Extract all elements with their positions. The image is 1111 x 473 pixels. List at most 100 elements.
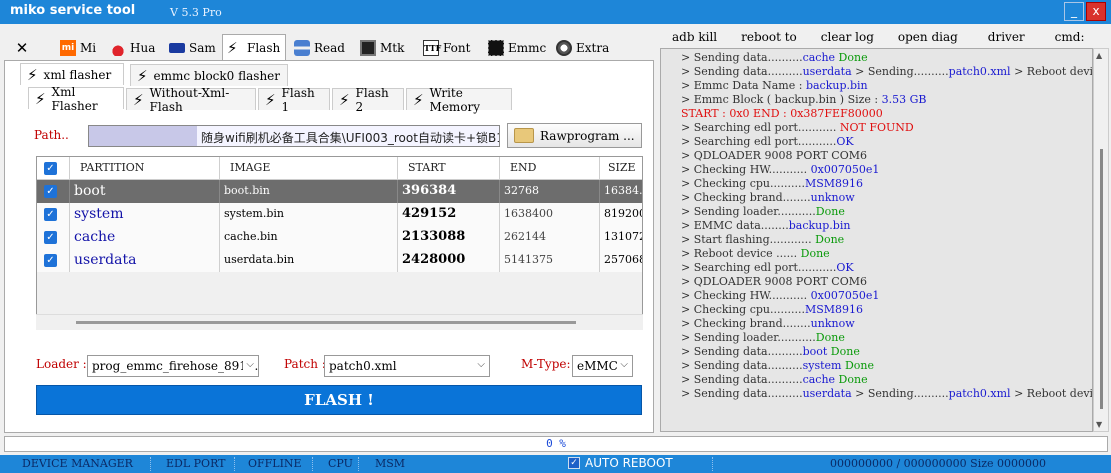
- status-device-manager[interactable]: DEVICE MANAGER: [22, 457, 133, 470]
- huawei-logo-icon: [110, 40, 126, 56]
- subtab-xml-flasher[interactable]: ⚡ xml flasher: [20, 63, 124, 85]
- header-image: IMAGE: [220, 157, 398, 180]
- patch-select[interactable]: patch0.xml ⌵: [324, 355, 490, 377]
- log-line: > EMMC data........backup.bin: [681, 219, 1092, 233]
- table-horizontal-scrollbar[interactable]: [36, 314, 643, 330]
- tab-emmc[interactable]: Emmc: [484, 36, 550, 60]
- reboot-to-button[interactable]: reboot to: [729, 27, 809, 47]
- scrollbar-thumb[interactable]: [76, 321, 576, 324]
- log-segment: userdata: [802, 65, 852, 78]
- cell-image[interactable]: cache.bin: [220, 226, 398, 249]
- log-segment: backup.bin: [788, 219, 851, 232]
- table-row[interactable]: ✓ boot boot.bin 396384 32768 16384.0: [37, 180, 643, 203]
- tab-emmc-label: Emmc: [508, 41, 547, 55]
- log-segment: system: [802, 359, 842, 372]
- log-segment: START : 0x0 END : 0x387FEF80000: [681, 107, 883, 120]
- clear-log-button[interactable]: clear log: [809, 27, 886, 47]
- log-vertical-scrollbar[interactable]: ▲ ▼: [1093, 48, 1109, 432]
- cell-image[interactable]: boot.bin: [220, 180, 398, 203]
- header-partition: PARTITION: [70, 157, 220, 180]
- log-segment: 3.53 GB: [881, 93, 927, 106]
- cell-end: 32768: [500, 180, 600, 203]
- log-segment: > QDLOADER 9008 PORT COM6: [681, 275, 867, 288]
- tab-flash-1[interactable]: ⚡ Flash 1: [258, 86, 330, 114]
- log-segment: Done: [815, 331, 845, 344]
- log-line: > Checking cpu..........MSM8916: [681, 177, 1092, 191]
- log-segment: MSM8916: [804, 303, 864, 316]
- status-counter: 000000000 / 000000000 Size 0000000: [830, 457, 1047, 470]
- scroll-up-icon[interactable]: ▲: [1096, 51, 1102, 60]
- tab-mtk[interactable]: Mtk: [356, 36, 408, 60]
- header-size: SIZE: [600, 157, 642, 180]
- log-segment: > Sending data..........: [681, 373, 803, 386]
- status-msm: MSM: [375, 457, 406, 470]
- cell-image[interactable]: system.bin: [220, 203, 398, 226]
- tab-flash-2[interactable]: ⚡ Flash 2: [332, 86, 404, 114]
- open-diag-button[interactable]: open diag: [886, 27, 970, 47]
- path-input[interactable]: 随身wifi刷机必备工具合集\UFI003_root自动读卡+锁B1+开: [88, 125, 500, 147]
- log-segment: > Sending..........: [851, 387, 949, 400]
- cell-image[interactable]: userdata.bin: [220, 249, 398, 272]
- cmd-button[interactable]: cmd:: [1037, 27, 1097, 47]
- tab-without-xml-flash[interactable]: ⚡ Without-Xml-Flash: [126, 86, 256, 114]
- close-button[interactable]: x: [1086, 2, 1106, 21]
- tab-tools[interactable]: ✕: [10, 36, 34, 60]
- log-line: > Checking HW........... 0x007050e1: [681, 289, 1092, 303]
- adb-kill-button[interactable]: adb kill: [660, 27, 729, 47]
- auto-reboot-label[interactable]: AUTO REBOOT: [585, 456, 673, 470]
- log-segment: > Checking brand........: [681, 191, 811, 204]
- tab-hua[interactable]: Hua: [106, 36, 159, 60]
- rawprogram-button[interactable]: Rawprogram ...: [507, 123, 642, 148]
- minimize-button[interactable]: _: [1064, 2, 1084, 21]
- table-row[interactable]: ✓ userdata userdata.bin 2428000 5141375 …: [37, 249, 642, 272]
- tab-write-memory[interactable]: ⚡ Write Memory: [406, 86, 512, 114]
- row-checkbox[interactable]: ✓: [44, 254, 57, 267]
- log-segment: boot: [802, 345, 828, 358]
- tab-hua-label: Hua: [130, 41, 156, 55]
- mtype-label: M-Type:: [521, 357, 571, 371]
- select-all-checkbox[interactable]: ✓: [44, 162, 57, 175]
- log-segment: > Searching edl port...........: [681, 261, 837, 274]
- cell-start: 2428000: [398, 249, 500, 272]
- tab-read[interactable]: Read: [290, 36, 349, 60]
- driver-button[interactable]: driver: [970, 27, 1037, 47]
- mtype-select[interactable]: eMMC ⌵: [572, 355, 633, 377]
- lightning-icon: ⚡: [35, 89, 46, 108]
- row-checkbox[interactable]: ✓: [44, 231, 57, 244]
- tab-xml-flasher[interactable]: ⚡ Xml Flasher: [28, 85, 124, 113]
- row-checkbox-cell: ✓: [37, 249, 70, 272]
- tab-flash-2-label: Flash 2: [355, 85, 389, 114]
- auto-reboot-checkbox[interactable]: ✓: [568, 457, 580, 469]
- lightning-icon: ⚡: [339, 90, 350, 109]
- subtab-xml-flasher-label: xml flasher: [43, 67, 112, 82]
- lightning-icon: ⚡: [27, 65, 38, 84]
- mtype-value: eMMC: [577, 359, 618, 373]
- tab-font[interactable]: TTF Font: [419, 36, 474, 60]
- table-row[interactable]: ✓ system system.bin 429152 1638400 81920…: [37, 203, 642, 226]
- row-checkbox[interactable]: ✓: [44, 208, 57, 221]
- log-line: > Checking cpu..........MSM8916: [681, 303, 1092, 317]
- log-line: > Sending data..........cache Done: [681, 373, 1092, 387]
- cell-start: 429152: [398, 203, 500, 226]
- scroll-down-icon[interactable]: ▼: [1096, 420, 1102, 429]
- tab-extra[interactable]: Extra: [552, 36, 613, 60]
- log-segment: Done: [827, 345, 860, 358]
- rawprogram-button-label: Rawprogram ...: [540, 128, 635, 143]
- flash-button[interactable]: FLASH !: [36, 385, 642, 415]
- tab-sam[interactable]: Sam: [165, 36, 220, 60]
- log-segment: > Sending data..........: [681, 65, 803, 78]
- folder-icon: [514, 128, 534, 143]
- table-row[interactable]: ✓ cache cache.bin 2133088 262144 131072.: [37, 226, 642, 249]
- cell-size: 16384.0: [604, 184, 643, 197]
- scrollbar-thumb[interactable]: [1100, 149, 1103, 409]
- subtab-emmc-block0[interactable]: ⚡ emmc block0 flasher: [130, 64, 288, 86]
- tab-flash[interactable]: ⚡ Flash: [222, 34, 286, 61]
- status-separator: [312, 457, 314, 471]
- chevron-down-icon: ⌵: [243, 359, 254, 370]
- row-checkbox[interactable]: ✓: [44, 185, 57, 198]
- log-segment: backup.bin: [805, 79, 868, 92]
- tab-mi[interactable]: mi Mi: [56, 36, 100, 60]
- status-edl-port: EDL PORT: [166, 457, 226, 470]
- loader-select[interactable]: prog_emmc_firehose_8916.mbn ⌵: [87, 355, 259, 377]
- log-line: > Start flashing............ Done: [681, 233, 1092, 247]
